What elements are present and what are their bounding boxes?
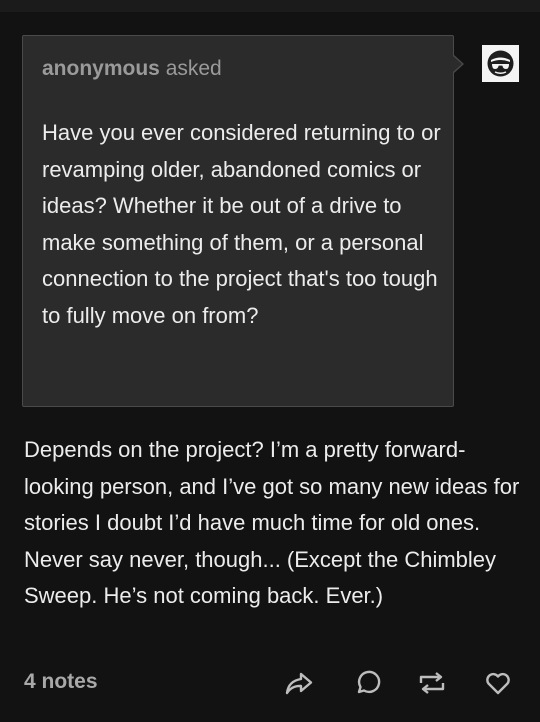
reblog-button[interactable] xyxy=(417,668,447,698)
notes-count[interactable]: 4 notes xyxy=(24,670,98,694)
asker-name[interactable]: anonymous xyxy=(42,57,160,80)
like-button[interactable] xyxy=(483,668,513,698)
question-text: Have you ever considered returning to or… xyxy=(42,120,441,328)
reply-button[interactable] xyxy=(351,668,381,698)
asked-label: asked xyxy=(165,57,222,80)
top-divider xyxy=(0,0,540,12)
post-footer: 4 notes xyxy=(0,660,540,706)
avatar[interactable] xyxy=(482,45,519,82)
reblog-icon xyxy=(419,672,445,694)
ask-bubble-pointer-fill xyxy=(453,56,462,72)
answer-text: Depends on the project? I’m a pretty for… xyxy=(24,437,520,608)
sunglasses-face-icon xyxy=(487,50,514,77)
share-icon xyxy=(285,672,313,695)
heart-icon xyxy=(486,672,510,695)
reply-icon xyxy=(357,670,381,694)
asker-line: anonymous asked xyxy=(42,55,222,83)
share-button[interactable] xyxy=(284,668,314,698)
